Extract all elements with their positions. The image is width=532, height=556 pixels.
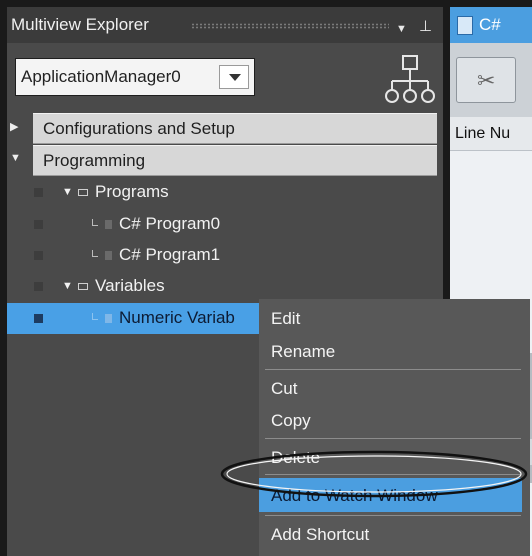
program-file-icon: [105, 220, 112, 229]
line-number-column-header[interactable]: Line Nu: [450, 117, 532, 151]
menu-item-edit[interactable]: Edit: [259, 301, 522, 335]
context-menu: Edit Rename Cut Copy Delete Add to Watch…: [259, 299, 530, 556]
tree-connector-icon: [92, 250, 98, 257]
highlight-ellipse: [220, 450, 528, 498]
menu-item-label: Rename: [271, 342, 336, 361]
scissors-icon: ✂: [477, 68, 496, 93]
category-label: Configurations and Setup: [43, 119, 235, 138]
folder-icon: [78, 283, 88, 290]
csharp-file-icon: [457, 16, 473, 35]
tree-item-csharp-program1[interactable]: C# Program1: [7, 240, 443, 271]
menu-separator: [265, 438, 521, 439]
cut-button[interactable]: ✂: [456, 57, 516, 103]
column-header-label: Line Nu: [455, 125, 511, 142]
category-programming[interactable]: Programming: [33, 145, 437, 176]
collapsed-arrow-icon[interactable]: ▶: [10, 120, 18, 133]
chevron-down-icon[interactable]: [219, 65, 249, 89]
menu-item-label: Cut: [271, 379, 298, 398]
tree-item-programs[interactable]: ▼ Programs: [7, 177, 443, 208]
tree-connector-icon: [92, 219, 98, 226]
menu-item-cut[interactable]: Cut: [259, 371, 522, 405]
tab-label: C#: [479, 15, 501, 34]
tree-item-variables[interactable]: ▼ Variables: [7, 271, 443, 302]
tree-item-label: Programs: [95, 182, 169, 201]
expanded-arrow-icon[interactable]: ▼: [10, 152, 21, 164]
folder-icon: [78, 189, 88, 196]
menu-item-label: Edit: [271, 309, 301, 328]
explorer-title: Multiview Explorer: [11, 15, 149, 34]
tree-connector-icon: [92, 313, 98, 320]
category-configurations-and-setup[interactable]: Configurations and Setup: [33, 113, 437, 144]
expanded-triangle-icon[interactable]: ▼: [62, 280, 73, 292]
hierarchy-tree-icon[interactable]: [383, 53, 437, 107]
menu-item-add-shortcut[interactable]: Add Shortcut: [259, 517, 522, 551]
pane-menu-dropdown-icon[interactable]: ▼: [396, 23, 407, 35]
editor-toolbar: ✂: [450, 43, 532, 117]
tab-csharp[interactable]: C#: [450, 7, 532, 43]
explorer-title-bar: Multiview Explorer ▼ ⊥: [7, 7, 443, 43]
title-bar-grip[interactable]: [191, 23, 389, 29]
status-square-icon: [34, 282, 43, 291]
variable-file-icon: [105, 314, 112, 323]
tree-item-label: Numeric Variab: [119, 308, 235, 327]
menu-item-rename[interactable]: Rename: [259, 334, 522, 368]
menu-item-label: Add Shortcut: [271, 525, 370, 544]
status-square-icon: [34, 220, 43, 229]
category-label: Programming: [43, 151, 146, 170]
tree-item-label: C# Program0: [119, 214, 221, 233]
device-select[interactable]: ApplicationManager0: [15, 58, 255, 96]
menu-item-label: Copy: [271, 411, 311, 430]
menu-separator: [265, 369, 521, 370]
pin-icon[interactable]: ⊥: [419, 17, 432, 35]
program-file-icon: [105, 251, 112, 260]
tree-item-csharp-program0[interactable]: C# Program0: [7, 209, 443, 240]
menu-separator: [265, 515, 521, 516]
expanded-triangle-icon[interactable]: ▼: [62, 186, 73, 198]
tree-item-label: Variables: [95, 276, 165, 295]
tree-item-label: C# Program1: [119, 245, 221, 264]
status-square-icon: [34, 314, 43, 323]
menu-item-copy[interactable]: Copy: [259, 403, 522, 437]
status-square-icon: [34, 188, 43, 197]
device-select-value: ApplicationManager0: [21, 67, 181, 86]
status-square-icon: [34, 251, 43, 260]
